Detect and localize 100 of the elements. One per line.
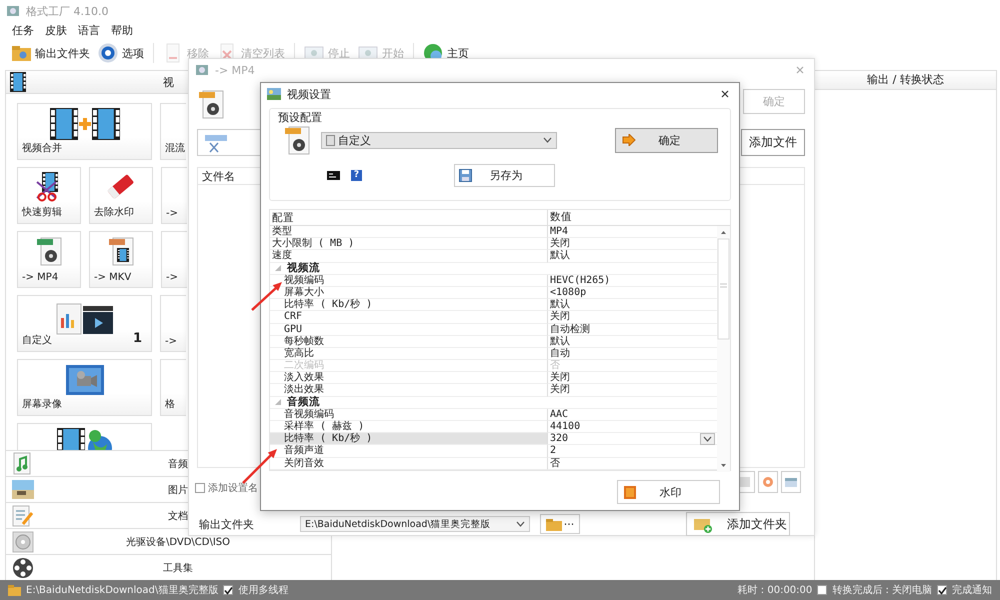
menu-item[interactable]: 任务 bbox=[12, 22, 34, 38]
terminal-icon bbox=[327, 171, 340, 180]
film-reel-icon bbox=[11, 556, 35, 580]
save-as-button[interactable]: 另存为 bbox=[454, 164, 555, 187]
group-label: 视频流 bbox=[287, 262, 320, 274]
value-dropdown[interactable]: 320 bbox=[550, 433, 717, 444]
folder-path: E:\BaiduNetdiskDownload\猫里奥完整版 bbox=[26, 584, 218, 597]
property-value: 关闭 bbox=[550, 384, 570, 396]
toolbar-button[interactable]: 选项 bbox=[95, 43, 147, 63]
checkbox-label: 使用多线程 bbox=[238, 584, 288, 597]
column-header: 文件名 bbox=[202, 168, 235, 184]
video-file-icon bbox=[198, 89, 224, 119]
property-value: 关闭 bbox=[550, 238, 570, 250]
tile-button[interactable]: 格 bbox=[160, 359, 186, 416]
property-name[interactable]: 每秒帧数 bbox=[270, 336, 547, 348]
property-name[interactable]: 类型 bbox=[270, 226, 547, 238]
annotation-arrow bbox=[242, 449, 277, 484]
film-icon bbox=[10, 72, 26, 92]
window-title: 格式工厂 4.10.0 bbox=[26, 4, 108, 18]
checkbox-label: 完成通知 bbox=[952, 584, 992, 597]
property-value: 默认 bbox=[550, 299, 570, 310]
toolbar-button[interactable]: 输出文件夹 bbox=[8, 43, 93, 63]
property-name[interactable]: 屏幕大小 bbox=[270, 286, 547, 300]
tile-button[interactable]: -> bbox=[161, 231, 187, 288]
property-name[interactable]: 淡出效果 bbox=[270, 384, 547, 397]
property-name[interactable]: 大小限制 ( MB ) bbox=[270, 238, 547, 250]
preset-dropdown[interactable]: 自定义 bbox=[321, 132, 557, 148]
checkbox[interactable] bbox=[817, 585, 828, 595]
property-value: 关闭 bbox=[550, 372, 570, 384]
film-plus-icon bbox=[50, 108, 120, 140]
eraser-icon bbox=[106, 172, 136, 202]
column-header: 输出 / 转换状态 bbox=[815, 71, 996, 90]
property-value: AAC bbox=[550, 408, 568, 420]
arrow-icon bbox=[622, 134, 636, 146]
icon-button[interactable] bbox=[781, 471, 801, 493]
property-name[interactable]: 音视频编码 bbox=[270, 408, 547, 421]
square-icon bbox=[624, 486, 636, 498]
tile-button[interactable]: -> MKV bbox=[89, 231, 153, 288]
watermark-button[interactable]: 水印 bbox=[617, 480, 720, 504]
browse-button[interactable]: ··· bbox=[540, 514, 580, 534]
help-button[interactable]: ? bbox=[351, 170, 362, 181]
property-name[interactable]: 比特率 ( Kb/秒 ) bbox=[270, 299, 547, 312]
property-value: 关闭 bbox=[550, 311, 570, 322]
save-icon bbox=[459, 169, 472, 182]
caret-icon bbox=[516, 521, 525, 527]
tile-button[interactable]: -> bbox=[160, 295, 186, 352]
property-name[interactable]: 关闭音效 bbox=[270, 458, 547, 470]
app-icon bbox=[6, 4, 20, 18]
add-folder-button[interactable]: 添加文件夹 bbox=[686, 512, 790, 536]
document-icon bbox=[326, 134, 335, 146]
document-pencil-icon bbox=[11, 504, 35, 528]
icon-button[interactable] bbox=[758, 471, 778, 493]
checkbox[interactable] bbox=[195, 483, 205, 493]
check-icon bbox=[938, 586, 946, 594]
property-name[interactable]: 宽高比 bbox=[270, 348, 547, 360]
property-name[interactable]: GPU bbox=[270, 324, 547, 336]
image-icon bbox=[784, 475, 798, 489]
annotation-arrow bbox=[251, 282, 282, 311]
tile-button[interactable]: 去除水印 bbox=[89, 167, 153, 224]
tile-button[interactable]: 自定义 1 bbox=[17, 295, 152, 352]
property-value: <1080p bbox=[550, 286, 586, 298]
video-file-icon bbox=[36, 236, 62, 266]
dialog-title: 视频设置 bbox=[287, 86, 331, 102]
checkbox[interactable] bbox=[937, 585, 947, 595]
property-value: HEVC(H265) bbox=[550, 274, 610, 286]
property-name[interactable]: 速度 bbox=[270, 250, 547, 263]
menu-item[interactable]: 皮肤 bbox=[45, 22, 67, 38]
tile-button[interactable]: -> MP4 bbox=[17, 231, 81, 288]
tile-button[interactable]: 混流 bbox=[160, 103, 186, 160]
app-icon bbox=[195, 63, 209, 77]
property-value: 自动检测 bbox=[550, 324, 590, 334]
tile-button[interactable]: 屏幕录像 bbox=[17, 359, 152, 416]
property-name[interactable]: CRF bbox=[270, 311, 547, 324]
add-file-button[interactable]: 添加文件 bbox=[741, 129, 805, 156]
property-name[interactable]: 淡入效果 bbox=[270, 372, 547, 384]
ok-button[interactable]: 确定 bbox=[615, 128, 718, 152]
caret-icon bbox=[543, 137, 552, 143]
folder-icon bbox=[8, 584, 21, 596]
output-setting-button[interactable] bbox=[197, 129, 261, 156]
property-value: 默认 bbox=[550, 336, 570, 347]
menu-item[interactable]: 语言 bbox=[78, 22, 100, 38]
checkbox[interactable] bbox=[223, 585, 234, 595]
property-value: 否 bbox=[550, 360, 560, 372]
panel-title: 视 bbox=[163, 76, 174, 88]
category-tab[interactable]: 工具集 bbox=[6, 554, 331, 580]
property-value: 默认 bbox=[550, 250, 570, 262]
ring-icon bbox=[98, 43, 119, 63]
property-name[interactable]: 视频编码 bbox=[270, 274, 547, 287]
video-file-icon bbox=[284, 125, 310, 155]
tile-button[interactable]: 视频合并 bbox=[17, 103, 152, 160]
folder-dropdown[interactable]: E:\BaiduNetdiskDownload\猫里奥完整版 bbox=[300, 516, 530, 532]
close-icon bbox=[796, 66, 804, 74]
checkbox-label: 转换完成后 : 关闭电脑 bbox=[832, 584, 932, 597]
tile-button[interactable]: -> bbox=[161, 167, 187, 224]
column-header: 数值 bbox=[547, 210, 730, 225]
menu-item[interactable]: 帮助 bbox=[111, 22, 133, 38]
landscape-icon bbox=[11, 478, 35, 502]
property-name[interactable]: 比特率 ( Kb/秒 ) bbox=[270, 433, 547, 446]
property-value: MP4 bbox=[550, 226, 568, 237]
tile-button[interactable]: 快速剪辑 bbox=[17, 167, 81, 224]
